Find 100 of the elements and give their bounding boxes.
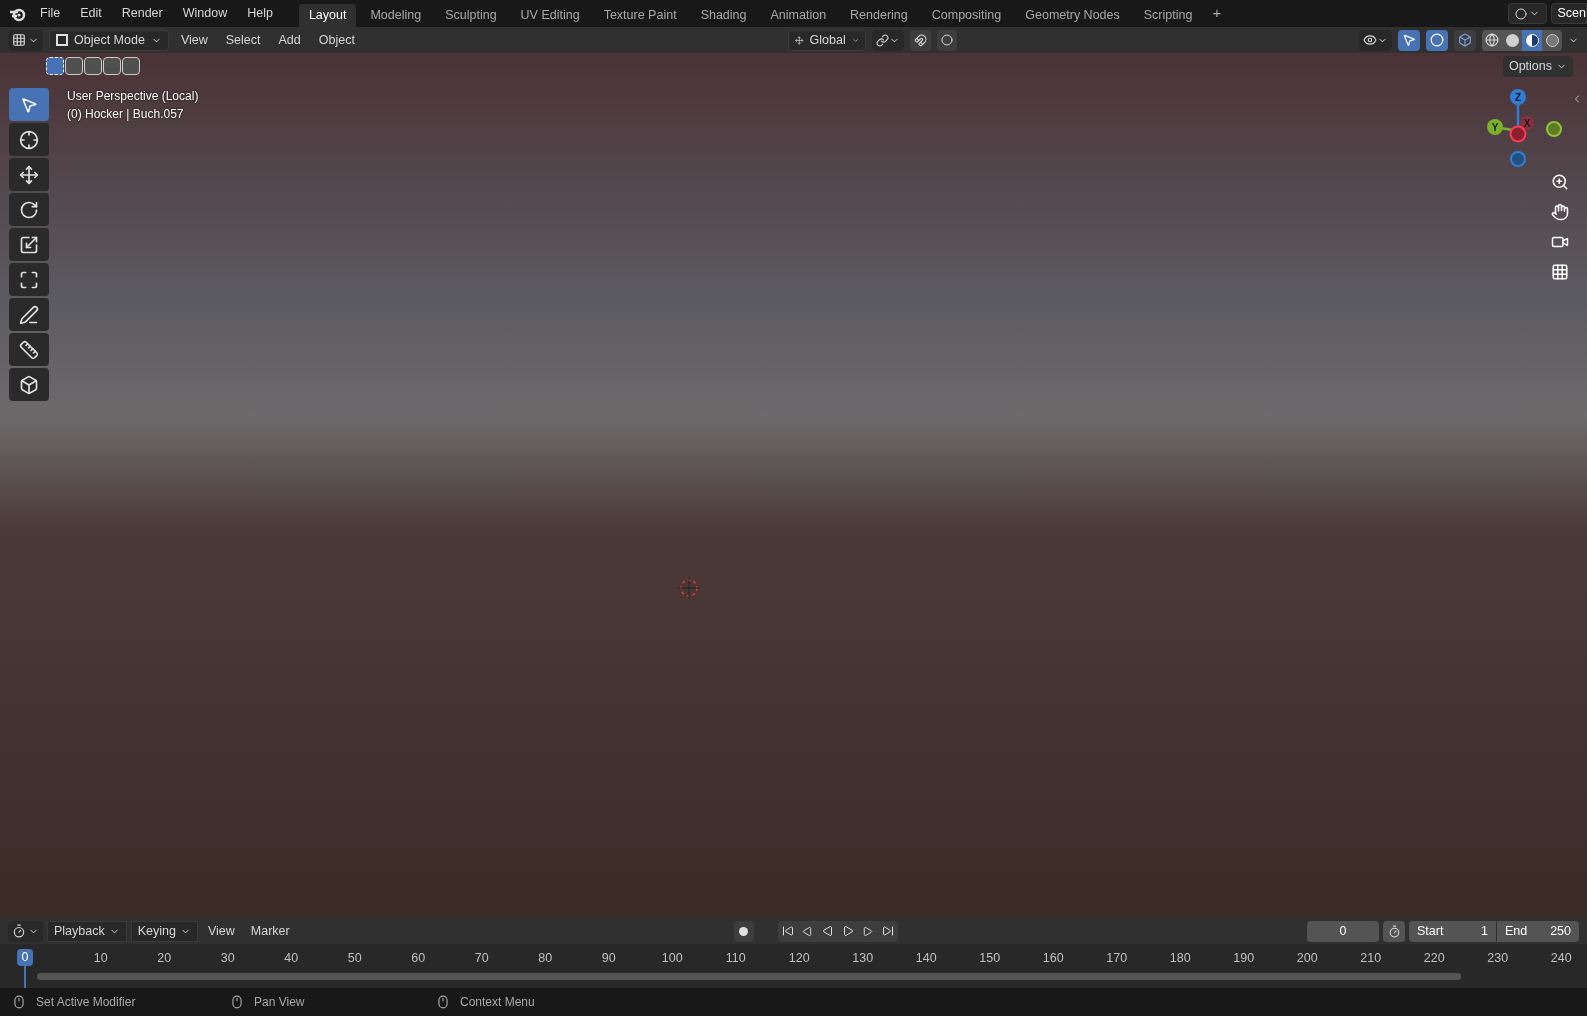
playhead-marker[interactable]: 0 [16, 949, 34, 966]
tool-button[interactable] [9, 158, 49, 191]
record-button[interactable] [733, 920, 754, 942]
workspace-tab[interactable]: Layout [298, 4, 357, 27]
scale-icon [19, 234, 39, 255]
frame-number: 210 [1359, 950, 1383, 967]
workspace-tab[interactable]: Texture Paint [593, 4, 687, 27]
workspace-tab[interactable]: Geometry Nodes [1015, 4, 1130, 27]
object-mode-icon [56, 34, 68, 46]
select-mode-button[interactable] [65, 57, 83, 75]
pivot-dropdown[interactable] [872, 29, 904, 51]
workspace-tab[interactable]: UV Editing [510, 4, 590, 27]
frame-number: 60 [410, 950, 427, 967]
cursor-icon [19, 129, 39, 150]
skip-forward-icon [881, 925, 894, 937]
magnet-icon [914, 33, 927, 47]
mouse-icon [12, 995, 26, 1009]
header-menu-item[interactable]: Add [272, 30, 307, 50]
preview-range-toggle[interactable] [1383, 920, 1405, 942]
move-icon [19, 164, 39, 185]
select-box-icon [20, 95, 38, 114]
timeline-menu-dropdown[interactable]: Keying [130, 920, 198, 942]
shading-mode-button[interactable] [1522, 29, 1542, 51]
navigation-gizmo[interactable] [1487, 89, 1562, 167]
status-hint: Pan View [254, 994, 305, 1011]
frame-number: 10 [92, 950, 109, 967]
workspace-tab[interactable]: Compositing [921, 4, 1012, 27]
pencil-icon [19, 304, 39, 325]
workspace-tab[interactable]: Animation [760, 4, 837, 27]
frame-number: 160 [1041, 950, 1065, 967]
stopwatch-icon [1387, 924, 1401, 938]
frame-number: 230 [1486, 950, 1510, 967]
workspace-tab[interactable]: Rendering [840, 4, 918, 27]
wireframe-icon [1485, 33, 1499, 47]
end-frame-field[interactable]: End 250 [1497, 920, 1579, 942]
grid-icon[interactable] [1551, 263, 1569, 281]
timeline-menu-dropdown[interactable]: Playback [47, 920, 127, 942]
select-mode-button[interactable] [84, 57, 102, 75]
scrollbar[interactable] [37, 973, 1461, 980]
header-menu-item[interactable]: Object [312, 30, 361, 50]
mouse-icon [230, 995, 244, 1009]
snap-toggle[interactable] [910, 29, 931, 51]
frame-number: 30 [219, 950, 236, 967]
frame-number: 220 [1422, 950, 1446, 967]
tool-button[interactable] [9, 193, 49, 226]
shading-mode-button[interactable] [1502, 29, 1522, 51]
play-icon [841, 925, 854, 937]
timeline-menu-item[interactable]: Marker [244, 921, 296, 941]
menu-item[interactable]: Render [113, 4, 171, 23]
header-menu-item[interactable]: Select [219, 30, 267, 50]
tool-button[interactable] [9, 368, 49, 401]
workspace-tab[interactable]: Sculpting [435, 4, 507, 27]
workspace-tab[interactable]: Modeling [360, 4, 432, 27]
zoom-icon[interactable] [1551, 173, 1569, 191]
mode-dropdown[interactable]: Object Mode [49, 29, 169, 51]
editor-type-button[interactable] [8, 920, 43, 942]
scene-name-field[interactable]: Scen [1550, 3, 1587, 24]
tool-button[interactable] [9, 123, 49, 156]
3d-cursor-icon [678, 577, 700, 599]
scene-selector-button[interactable] [1507, 3, 1547, 24]
menu-item[interactable]: File [32, 4, 69, 23]
options-dropdown[interactable]: Options [1502, 56, 1573, 77]
proportional-edit-toggle[interactable] [937, 29, 957, 51]
axis-label: Z [1514, 92, 1522, 103]
frame-number: 150 [978, 950, 1002, 967]
hand-icon[interactable] [1551, 203, 1569, 221]
frame-number: 170 [1105, 950, 1129, 967]
timeline-menu-item[interactable]: View [201, 921, 241, 941]
select-mode-button[interactable] [103, 57, 121, 75]
editor-type-button[interactable] [8, 29, 43, 51]
tool-button[interactable] [9, 298, 49, 331]
reverse-keyframe-icon [802, 925, 814, 937]
orientation-dropdown[interactable]: Global [788, 29, 866, 51]
select-mode-button[interactable] [122, 57, 140, 75]
gizmo-toggle[interactable] [1398, 29, 1420, 51]
tool-button[interactable] [9, 228, 49, 261]
frame-number: 40 [283, 950, 300, 967]
start-frame-field[interactable]: Start 1 [1409, 920, 1497, 942]
frame-number: 70 [473, 950, 490, 967]
visibility-dropdown[interactable] [1359, 29, 1392, 51]
overlays-toggle[interactable] [1426, 29, 1448, 51]
shading-mode-button[interactable] [1542, 29, 1562, 51]
workspace-tab[interactable]: Scripting [1133, 4, 1203, 27]
xray-toggle[interactable] [1454, 29, 1476, 51]
tool-button[interactable] [9, 333, 49, 366]
mouse-icon [436, 995, 450, 1009]
workspace-tab[interactable]: Shading [690, 4, 757, 27]
tool-button[interactable] [9, 88, 49, 121]
frame-number: 110 [724, 950, 747, 967]
shading-mode-button[interactable] [1482, 29, 1502, 51]
header-menu-item[interactable]: View [174, 30, 214, 50]
viewport-render[interactable]: User Perspective (Local) (0) Hocker | Buch.057 Options Z Y X [0, 53, 1587, 918]
menu-item[interactable]: Edit [72, 4, 110, 23]
add-workspace-button[interactable]: + [1206, 2, 1228, 25]
current-frame-field[interactable]: 0 [1307, 920, 1379, 942]
frame-number: 50 [346, 950, 363, 967]
menu-item[interactable]: Window [174, 4, 236, 23]
tool-button[interactable] [9, 263, 49, 296]
menu-item[interactable]: Help [239, 4, 281, 23]
frame-number: 140 [914, 950, 938, 967]
